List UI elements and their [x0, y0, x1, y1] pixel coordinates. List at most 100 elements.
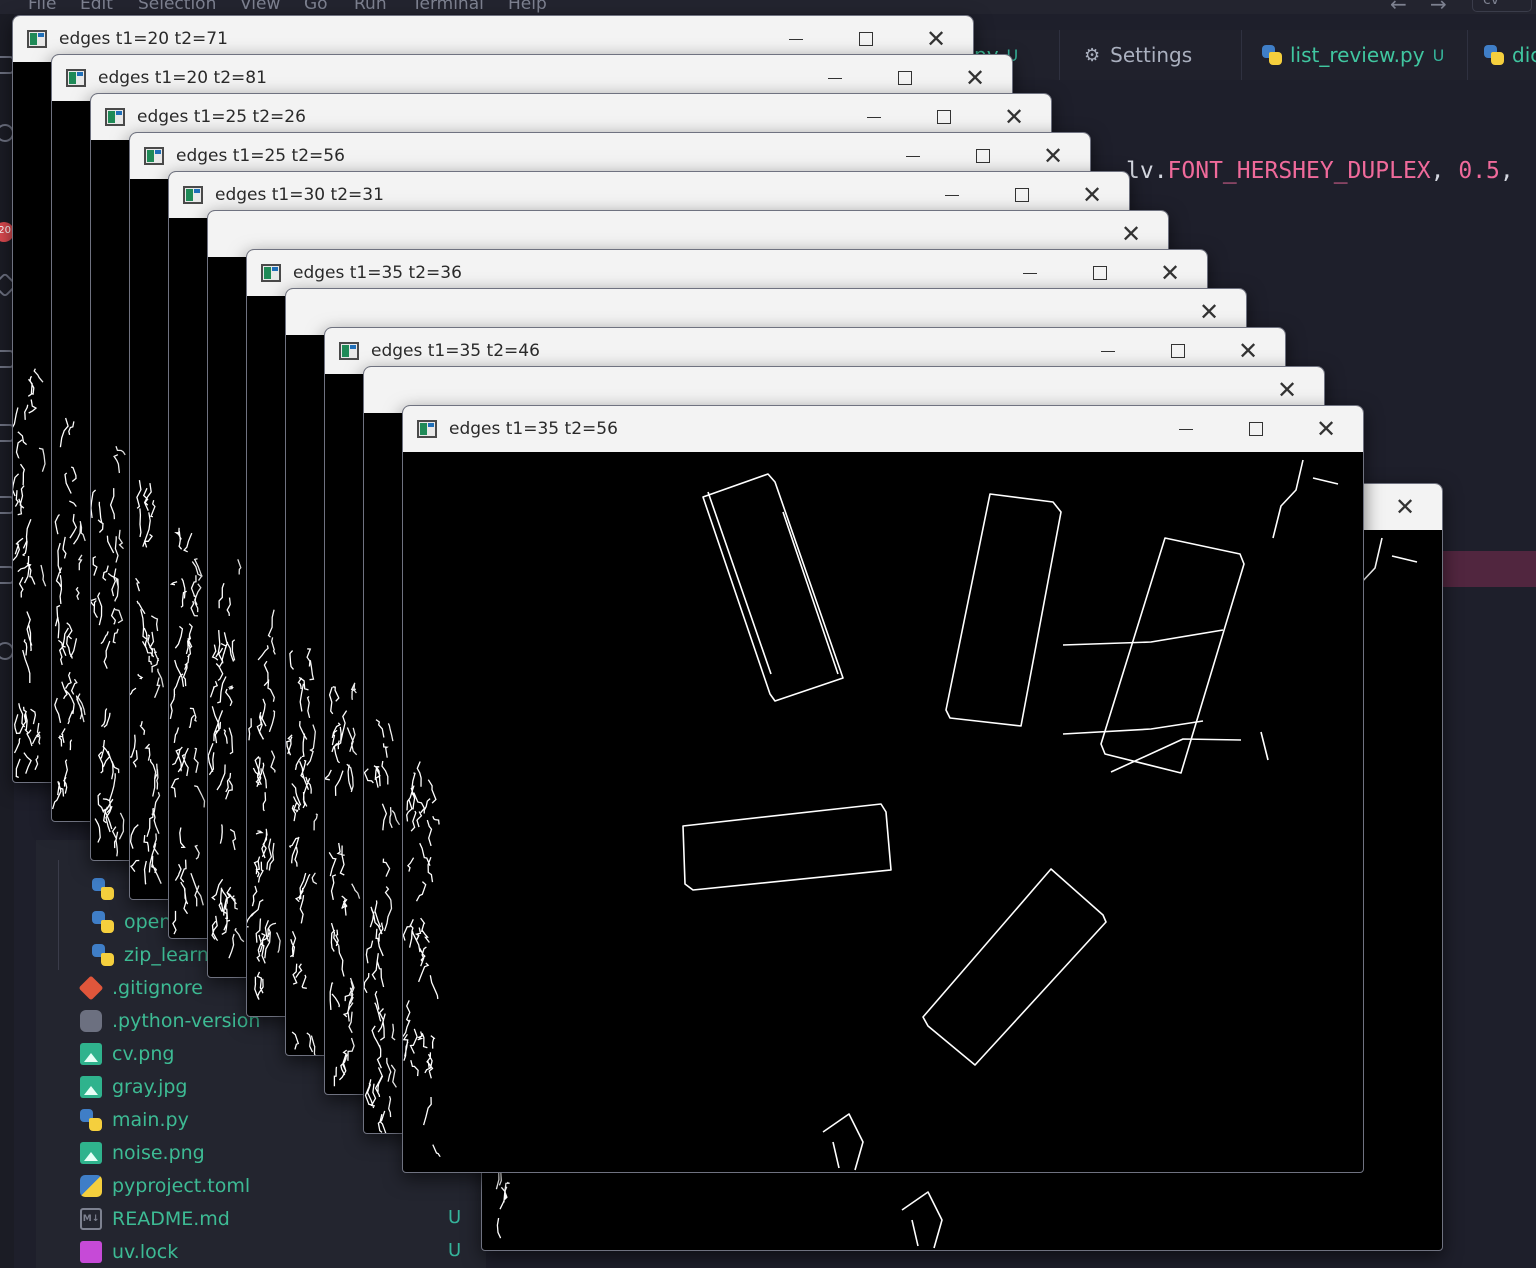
window-title: edges t1=30 t2=31 [215, 185, 384, 205]
window-title: edges t1=35 t2=36 [293, 263, 462, 283]
edge-fragment [1110, 738, 1242, 773]
file-item[interactable]: M↓ README.md [80, 1204, 230, 1234]
edge-noise [403, 761, 441, 1157]
command-center-search[interactable]: cv [1472, 0, 1532, 12]
window-title: edges t1=25 t2=26 [137, 107, 306, 127]
close-icon: ✕ [1315, 415, 1337, 443]
minimize-button[interactable] [1151, 406, 1221, 452]
minimize-icon [1101, 350, 1115, 352]
file-label: noise.png [112, 1142, 205, 1164]
edge-fragment [1062, 629, 1224, 646]
tab-dic[interactable]: dic [1468, 30, 1536, 80]
tab-list-review[interactable]: list_review.py U [1242, 30, 1468, 80]
detected-rectangle-edge [945, 493, 1062, 727]
window-title: edges t1=25 t2=56 [176, 146, 345, 166]
minimize-icon [789, 38, 803, 40]
forward-arrow-icon[interactable]: → [1430, 0, 1447, 14]
tab-modified-badge: U [1432, 45, 1445, 65]
menu-run[interactable]: Run [354, 0, 387, 14]
maximize-icon [937, 110, 951, 124]
opencv-app-icon [183, 186, 203, 204]
file-item[interactable]: uv.lock [80, 1237, 178, 1267]
file-item[interactable]: noise.png [80, 1138, 205, 1168]
close-icon: ✕ [1081, 181, 1103, 209]
close-icon: ✕ [1237, 337, 1259, 365]
menu-selection[interactable]: Selection [138, 0, 216, 14]
file-label: pyproject.toml [112, 1175, 251, 1197]
opencv-app-icon [261, 264, 281, 282]
edge-fragment [782, 511, 839, 675]
image-icon [80, 1043, 102, 1065]
maximize-icon [1249, 422, 1263, 436]
menu-view[interactable]: View [240, 0, 280, 14]
file-label: uv.lock [112, 1241, 179, 1263]
file-item[interactable]: .python-version [80, 1006, 260, 1036]
edge-image-canvas [403, 459, 1339, 1171]
editor-tab-bar: py U ⚙ Settings list_review.py U dic [970, 30, 1536, 80]
python-version-icon [80, 1010, 102, 1032]
tab-settings[interactable]: ⚙ Settings [1060, 30, 1242, 80]
python-icon [1262, 45, 1282, 65]
file-item[interactable]: pyproject.toml [80, 1171, 250, 1201]
toml-icon [80, 1175, 102, 1197]
file-item[interactable]: zip_learn. [92, 940, 215, 970]
menu-terminal[interactable]: Terminal [412, 0, 484, 14]
git-icon [78, 975, 104, 1001]
close-icon: ✕ [1198, 298, 1220, 326]
back-arrow-icon[interactable]: ← [1390, 0, 1407, 14]
window-title: edges t1=20 t2=71 [59, 29, 228, 49]
file-item[interactable]: cv.png [80, 1039, 174, 1069]
close-icon: ✕ [1042, 142, 1064, 170]
maximize-icon [859, 32, 873, 46]
close-button[interactable]: ✕ [1370, 484, 1440, 530]
file-label: open [124, 911, 172, 933]
close-icon: ✕ [925, 25, 947, 53]
file-label: gray.jpg [112, 1076, 188, 1098]
file-item[interactable]: open [92, 907, 171, 937]
menu-bar: File Edit Selection View Go Run Terminal… [0, 0, 1536, 14]
window-title: edges t1=20 t2=81 [98, 68, 267, 88]
opencv-window[interactable]: edges t1=35 t2=56 ✕ [402, 405, 1364, 1173]
edge-fragment [707, 491, 772, 675]
minimize-icon [828, 77, 842, 79]
edge-noise [13, 368, 47, 779]
file-item[interactable]: main.py [80, 1105, 189, 1135]
edge-noise [91, 445, 126, 857]
maximize-icon [1093, 266, 1107, 280]
tree-indent-guide [58, 860, 59, 970]
maximize-icon [976, 149, 990, 163]
edge-noise [169, 527, 206, 935]
window-titlebar[interactable]: edges t1=35 t2=56 ✕ [403, 406, 1363, 452]
close-icon: ✕ [1120, 220, 1142, 248]
opencv-app-icon [417, 420, 437, 438]
menu-file[interactable]: File [28, 0, 56, 14]
menu-edit[interactable]: Edit [80, 0, 113, 14]
opencv-app-icon [105, 108, 125, 126]
close-icon: ✕ [1394, 493, 1416, 521]
maximize-icon [898, 71, 912, 85]
file-label: .python-version [112, 1010, 261, 1032]
edge-noise [247, 609, 281, 1000]
current-line-highlight [1442, 551, 1536, 587]
menu-go[interactable]: Go [304, 0, 328, 14]
edge-noise [286, 648, 318, 1055]
window-title: edges t1=35 t2=46 [371, 341, 540, 361]
close-button[interactable]: ✕ [1291, 406, 1361, 452]
close-icon: ✕ [1276, 376, 1298, 404]
file-item[interactable]: gray.jpg [80, 1072, 188, 1102]
minimize-icon [906, 155, 920, 157]
maximize-button[interactable] [1221, 406, 1291, 452]
python-icon [92, 878, 114, 900]
code-line[interactable]: lv.FONT_HERSHEY_DUPLEX, 0.5, [1126, 158, 1514, 184]
image-icon [80, 1142, 102, 1164]
file-item[interactable]: .gitignore [78, 973, 203, 1003]
maximize-icon [1015, 188, 1029, 202]
edge-fragment [1260, 731, 1269, 761]
menu-help[interactable]: Help [508, 0, 547, 14]
minimize-icon [1179, 428, 1193, 430]
edge-fragment [901, 1191, 943, 1249]
edge-noise [208, 559, 245, 959]
close-icon: ✕ [1159, 259, 1181, 287]
edge-fragment [1391, 555, 1418, 563]
file-item[interactable] [92, 874, 124, 904]
